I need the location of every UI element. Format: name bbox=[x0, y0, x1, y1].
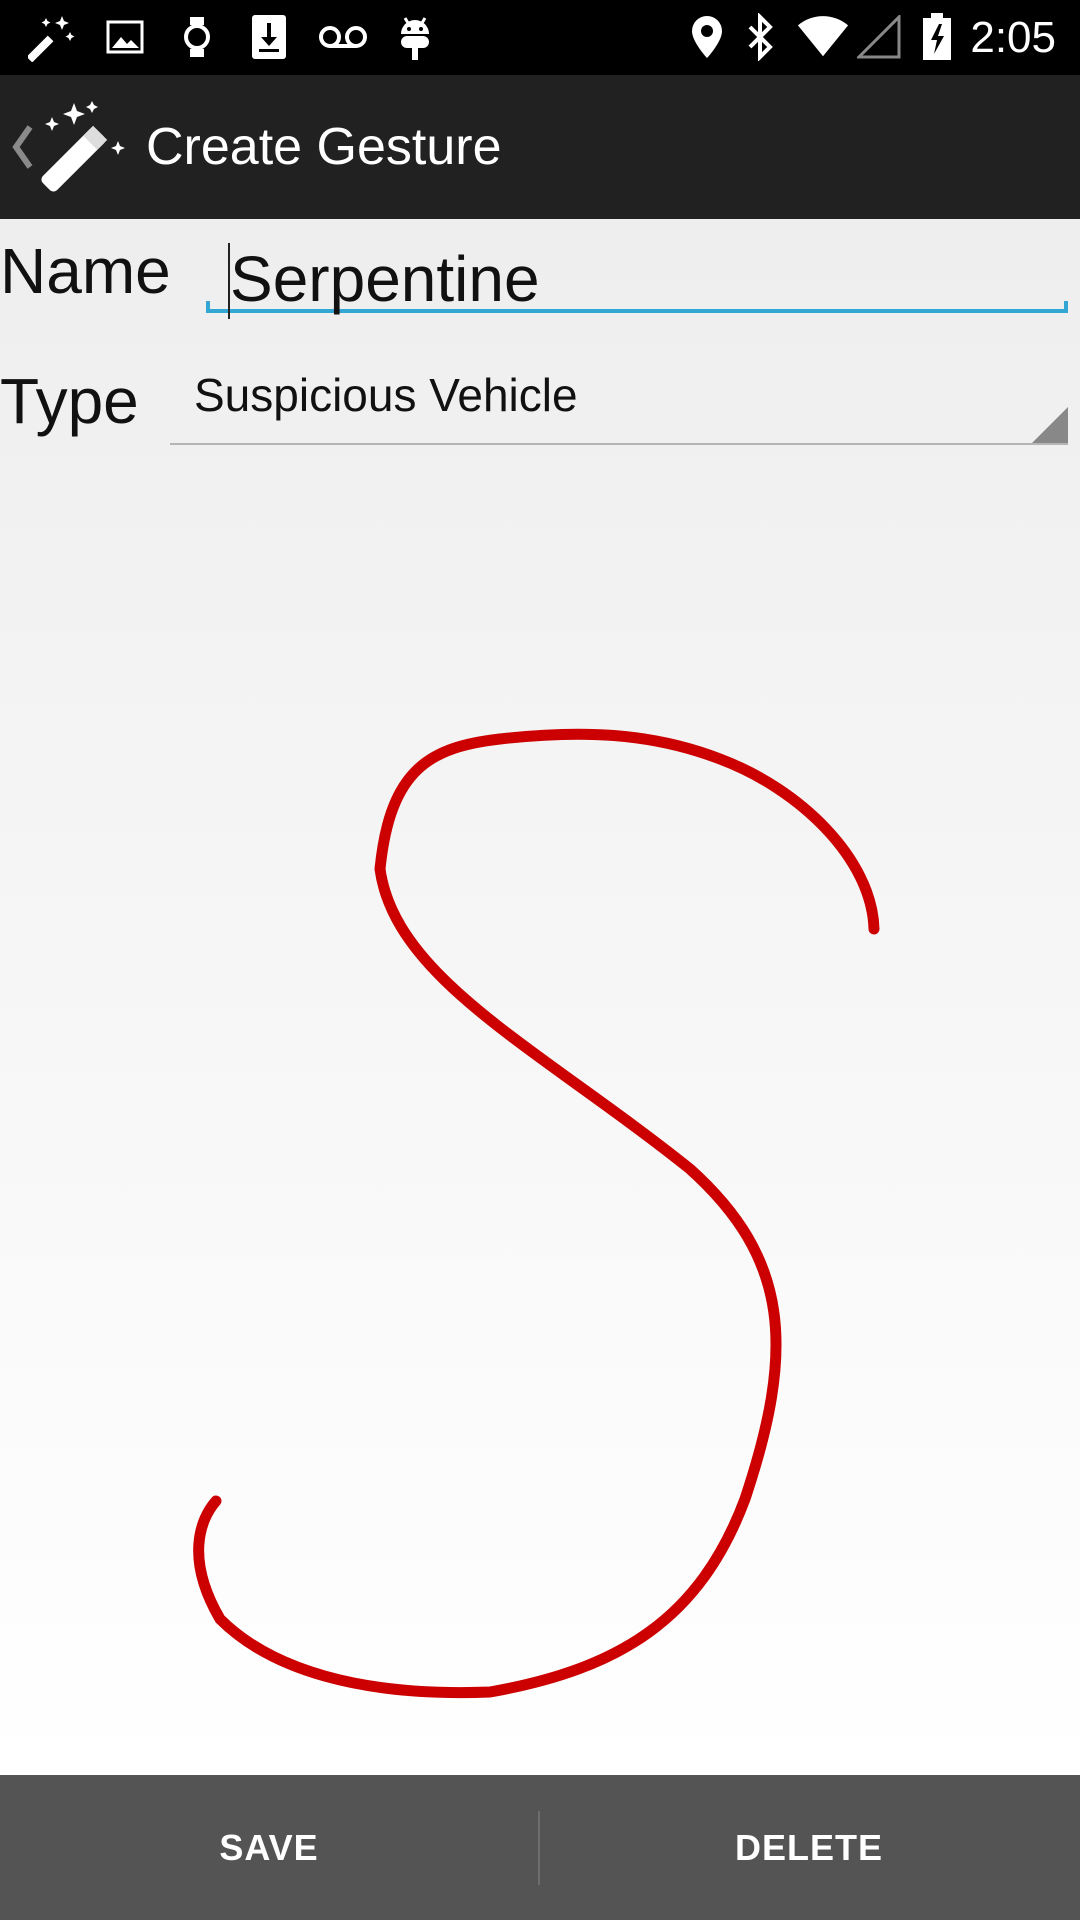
type-spinner-value: Suspicious Vehicle bbox=[194, 369, 578, 421]
dropdown-arrow-icon bbox=[1032, 407, 1068, 443]
status-bar: 2:05 bbox=[0, 0, 1080, 75]
up-caret-icon[interactable] bbox=[10, 119, 34, 175]
action-bar: Create Gesture bbox=[0, 75, 1080, 219]
content-area: Name Serpentine Type Suspicious Vehicle bbox=[0, 219, 1080, 1775]
battery-charging-icon bbox=[910, 10, 964, 64]
delete-button[interactable]: DELETE bbox=[540, 1775, 1078, 1920]
name-label: Name bbox=[0, 235, 171, 307]
watch-icon bbox=[170, 10, 224, 64]
magic-wand-icon bbox=[26, 10, 80, 64]
name-input[interactable]: Serpentine bbox=[206, 243, 1068, 319]
bottom-button-bar: SAVE DELETE bbox=[0, 1775, 1080, 1920]
location-icon bbox=[680, 10, 734, 64]
voicemail-icon bbox=[316, 10, 370, 64]
save-button[interactable]: SAVE bbox=[0, 1775, 538, 1920]
bluetooth-icon bbox=[734, 10, 788, 64]
cell-signal-icon bbox=[852, 10, 906, 64]
download-icon bbox=[242, 10, 296, 64]
name-input-value: Serpentine bbox=[230, 243, 540, 315]
type-spinner[interactable]: Suspicious Vehicle bbox=[170, 357, 1068, 445]
wifi-icon bbox=[796, 10, 850, 64]
gesture-canvas[interactable] bbox=[0, 219, 1080, 1775]
image-icon bbox=[98, 10, 152, 64]
page-title: Create Gesture bbox=[146, 118, 502, 176]
magic-wand-icon[interactable] bbox=[36, 97, 136, 197]
type-label: Type bbox=[0, 365, 139, 437]
gesture-stroke bbox=[193, 728, 880, 1699]
android-icon bbox=[388, 10, 442, 64]
status-time: 2:05 bbox=[970, 13, 1056, 62]
